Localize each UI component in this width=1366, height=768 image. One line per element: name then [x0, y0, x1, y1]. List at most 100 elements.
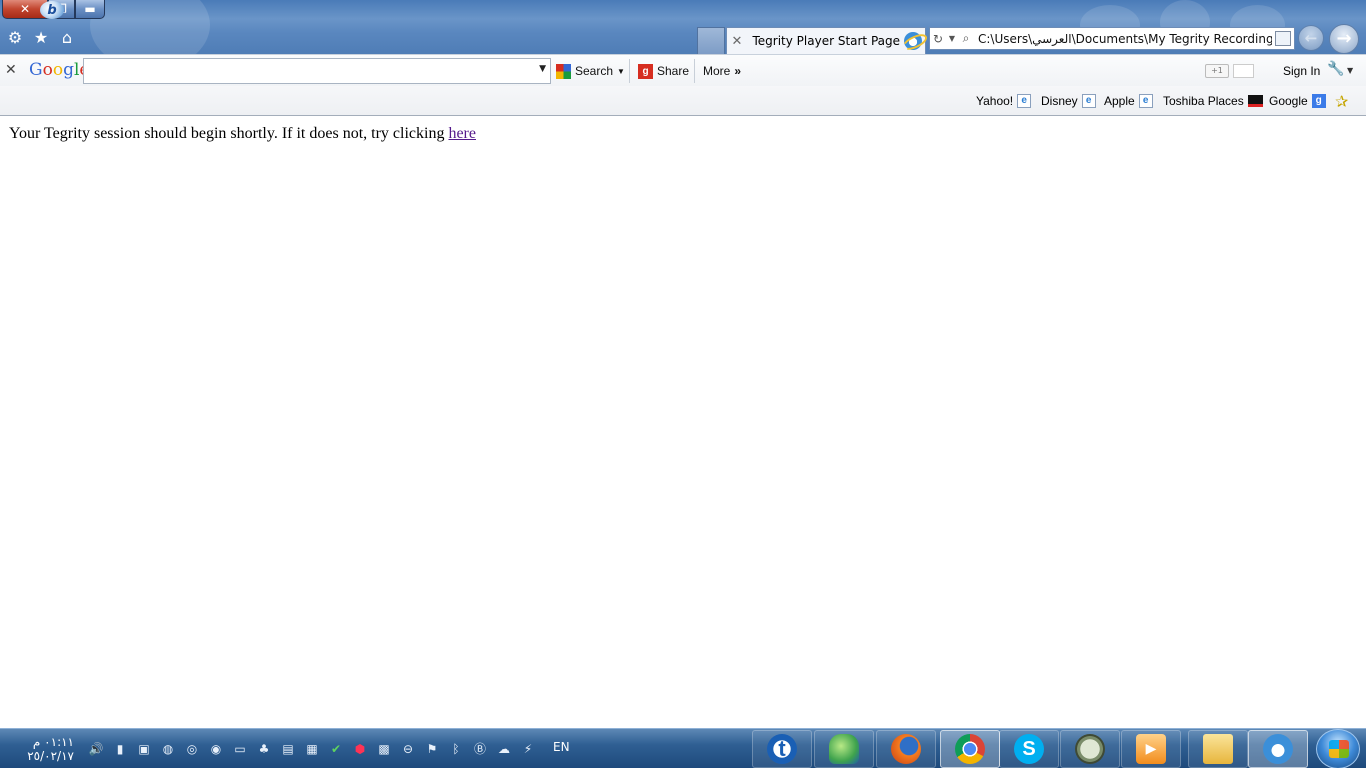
network-icon[interactable]: ◎ [184, 741, 200, 757]
volume-icon[interactable]: 🔊 [88, 741, 104, 757]
double-chevron-icon: » [734, 64, 742, 78]
divider [629, 59, 630, 83]
favorite-apple[interactable]: Apple e [1104, 94, 1153, 108]
signal-strength-icon[interactable]: ▮ [112, 741, 128, 757]
add-favorite-star-icon[interactable]: ✰ [1335, 92, 1348, 111]
here-link[interactable]: here [448, 125, 476, 142]
toolbar-close-icon[interactable]: ✕ [5, 62, 17, 78]
dropdown-caret-icon[interactable]: ▼ [946, 34, 958, 43]
logo-letter: o [42, 60, 53, 80]
share-icon: g [638, 63, 653, 79]
network-drive-icon[interactable]: ▩ [376, 741, 392, 757]
taskbar-app-messenger[interactable] [814, 730, 874, 768]
divider [694, 59, 695, 83]
session-message: Your Tegrity session should begin shortl… [9, 125, 476, 143]
antivirus-icon[interactable]: ⬢ [352, 741, 368, 757]
chevron-down-icon: ▼ [617, 66, 625, 76]
favorite-label: Yahoo! [976, 94, 1014, 108]
taskbar-app-media-player[interactable]: ▶ [1121, 730, 1181, 768]
logo-letter: G [29, 60, 43, 80]
taskbar: ٠١:١١ م ٢٥/٠٢/١٧ 🔊 ▮ ▣ ◍ ◎ ◉ ▭ ♣ ▤ ▦ ✔ ⬢… [0, 728, 1366, 768]
messenger-icon [829, 734, 859, 764]
tools-gear-icon[interactable]: ⚙ [6, 29, 24, 47]
ie-page-icon: e [1081, 94, 1096, 108]
favorite-disney[interactable]: Disney e [1041, 94, 1096, 108]
refresh-icon[interactable]: ↻ [930, 32, 946, 46]
message-text: Your Tegrity session should begin shortl… [9, 125, 449, 142]
home-icon[interactable]: ⌂ [58, 29, 76, 47]
back-arrow-icon: ← [1304, 29, 1318, 47]
taskbar-app-tegrity[interactable]: t [752, 730, 812, 768]
media-player-icon: ▶ [1136, 734, 1166, 764]
background-decoration [90, 0, 210, 54]
title-bar: ✕ ❐ ▬ b ⚙ ★ ⌂ ✕ Tegrity Player Start Pag… [0, 0, 1366, 54]
favorite-google[interactable]: Google g [1269, 94, 1326, 108]
forward-button[interactable]: → [1329, 24, 1359, 54]
favorites-bar: Yahoo! e Disney e Apple e Toshiba Places… [0, 86, 1366, 116]
forward-arrow-icon: → [1336, 28, 1352, 49]
b-icon[interactable]: Ⓑ [472, 741, 488, 757]
tab-title: Tegrity Player Start Page [752, 34, 900, 48]
ie-page-icon [904, 32, 922, 50]
taskbar-app-firefox[interactable] [876, 730, 936, 768]
shield-icon[interactable]: ◍ [160, 741, 176, 757]
google-search-icon [556, 63, 571, 79]
action-center-flag-icon[interactable]: ⚑ [424, 741, 440, 757]
keyboard-icon[interactable]: ▦ [304, 741, 320, 757]
favorite-toshiba-places[interactable]: Toshiba Places [1163, 94, 1263, 108]
address-bar[interactable]: ↻ ▼ ⌕ C:\Users\العرسي\Documents\My Tegri… [929, 27, 1295, 50]
command-icons: ⚙ ★ ⌂ [6, 29, 76, 47]
chevron-down-icon[interactable]: ▼ [1347, 66, 1353, 75]
tree-icon[interactable]: ♣ [256, 741, 272, 757]
taskbar-app-internet-explorer[interactable] [1248, 730, 1308, 768]
cloud-icon[interactable]: ☁ [496, 741, 512, 757]
close-icon: ✕ [19, 2, 31, 16]
address-text[interactable]: C:\Users\العرسي\Documents\My Tegrity Rec… [974, 32, 1272, 46]
google-search-input[interactable] [84, 59, 524, 83]
language-indicator[interactable]: EN [553, 740, 570, 754]
check-icon[interactable]: ✔ [328, 741, 344, 757]
bluetooth-icon[interactable]: ᛒ [448, 741, 464, 757]
page-content: Your Tegrity session should begin shortl… [0, 116, 1366, 728]
page-icon [1275, 31, 1291, 46]
search-label: Search [575, 64, 614, 78]
system-clock[interactable]: ٠١:١١ م ٢٥/٠٢/١٧ [22, 735, 74, 763]
more-label: More [703, 64, 731, 78]
folder-icon [1203, 734, 1233, 764]
sync-icon[interactable]: ◉ [208, 741, 224, 757]
wrench-icon[interactable]: 🔧 [1327, 61, 1344, 77]
monitor-icon[interactable]: ▭ [232, 741, 248, 757]
favorites-star-icon[interactable]: ★ [32, 29, 50, 47]
clock-app-icon [1075, 734, 1105, 764]
device-icon[interactable]: ▣ [136, 741, 152, 757]
search-dropdown-icon[interactable]: ▼ [539, 64, 546, 74]
taskbar-app-skype[interactable]: S [999, 730, 1059, 768]
power-icon[interactable]: ⚡ [520, 741, 536, 757]
more-button[interactable]: More » [703, 61, 741, 81]
back-button[interactable]: ← [1298, 25, 1324, 51]
google-logo[interactable]: Google [29, 60, 89, 80]
plus-one-button[interactable]: +1 [1205, 64, 1229, 78]
google-icon: g [1311, 94, 1326, 108]
favorite-label: Disney [1041, 94, 1078, 108]
display-icon[interactable]: ▤ [280, 741, 296, 757]
favorite-label: Toshiba Places [1163, 94, 1244, 108]
search-icon[interactable]: ⌕ [958, 31, 974, 46]
tab-close-icon[interactable]: ✕ [727, 34, 747, 49]
ie-page-icon: e [1138, 94, 1153, 108]
new-tab-button[interactable] [697, 27, 725, 54]
window-minimize-button[interactable]: ▬ [75, 0, 105, 19]
bing-icon[interactable]: b [40, 1, 64, 19]
favorite-yahoo[interactable]: Yahoo! e [976, 94, 1032, 108]
windows-logo-icon [1329, 740, 1349, 758]
tab-tegrity[interactable]: ✕ Tegrity Player Start Page [726, 27, 926, 54]
share-button[interactable]: g Share [638, 61, 689, 81]
google-search-button[interactable]: Search ▼ [556, 61, 625, 81]
sign-in-link[interactable]: Sign In [1283, 64, 1320, 78]
taskbar-app-chrome[interactable] [940, 730, 1000, 768]
start-button[interactable] [1316, 729, 1360, 768]
minus-circle-icon[interactable]: ⊖ [400, 741, 416, 757]
taskbar-app-explorer[interactable] [1188, 730, 1248, 768]
clock-time: ٠١:١١ م [32, 735, 74, 749]
taskbar-app-utility[interactable] [1060, 730, 1120, 768]
